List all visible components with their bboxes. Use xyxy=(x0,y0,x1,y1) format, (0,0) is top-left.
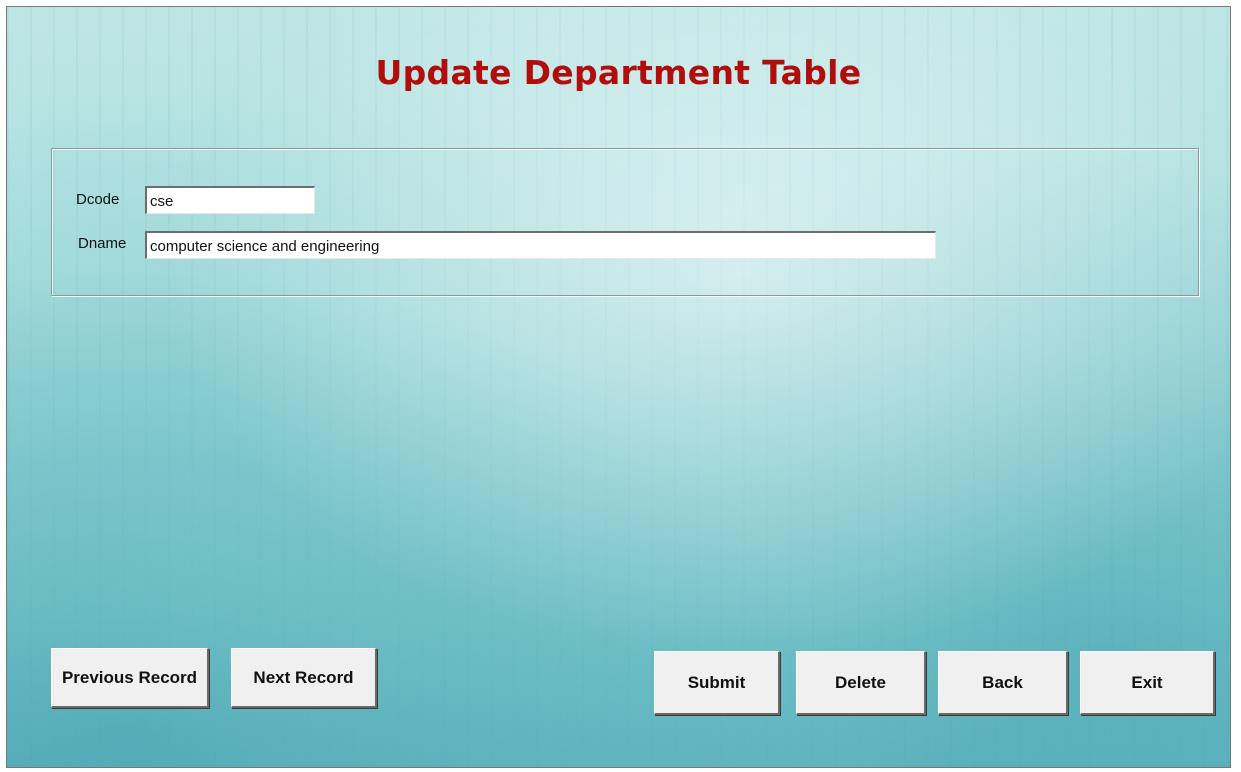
back-button[interactable]: Back xyxy=(938,651,1068,715)
dname-label: Dname xyxy=(78,235,127,252)
dcode-label: Dcode xyxy=(76,191,120,208)
previous-record-button[interactable]: Previous Record xyxy=(51,648,209,708)
delete-button[interactable]: Delete xyxy=(796,651,926,715)
app-window: Update Department Table Dcode cse Dname … xyxy=(6,6,1231,768)
dname-field[interactable]: computer science and engineering xyxy=(145,231,936,259)
page-title: Update Department Table xyxy=(375,53,862,92)
exit-button[interactable]: Exit xyxy=(1080,651,1215,715)
next-record-button[interactable]: Next Record xyxy=(231,648,377,708)
dcode-field[interactable]: cse xyxy=(145,186,315,214)
form-frame: Dcode cse Dname computer science and eng… xyxy=(51,148,1199,296)
submit-button[interactable]: Submit xyxy=(654,651,780,715)
